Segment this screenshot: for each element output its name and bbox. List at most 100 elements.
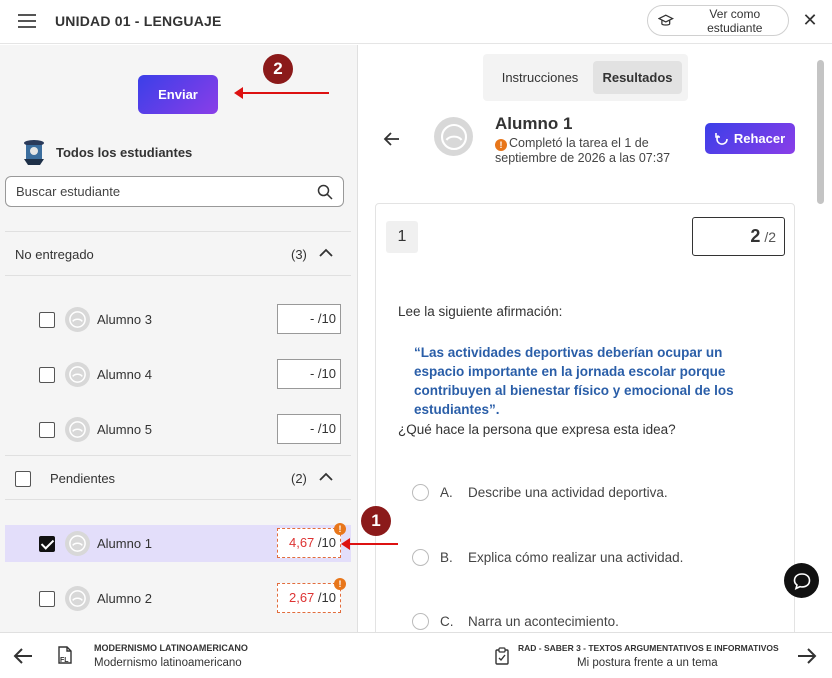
send-button[interactable]: Enviar — [138, 75, 218, 114]
menu-icon[interactable] — [18, 14, 36, 28]
score-field[interactable]: - /10 — [277, 304, 341, 334]
radio-button[interactable] — [412, 484, 429, 501]
question-number: 1 — [386, 221, 418, 253]
scrollbar[interactable] — [817, 60, 824, 204]
view-as-student-label: Ver como estudiante — [707, 6, 763, 35]
score-field[interactable]: - /10 — [277, 414, 341, 444]
student-row[interactable]: Alumno 2 2,67 /10 ! — [5, 578, 351, 617]
score-value: 2,67 — [288, 590, 315, 605]
student-row[interactable]: Alumno 3 - /10 — [5, 301, 351, 338]
page-title: UNIDAD 01 - LENGUAJE — [55, 13, 222, 29]
avatar — [65, 362, 90, 387]
back-arrow-icon[interactable] — [383, 131, 401, 147]
select-all-pending-checkbox[interactable] — [15, 471, 31, 487]
prev-lesson-subtitle[interactable]: Modernismo latinoamericano — [94, 657, 242, 669]
section-count: (2) — [291, 471, 307, 486]
search-icon[interactable] — [317, 184, 333, 200]
student-name: Alumno 5 — [97, 422, 152, 437]
search-input[interactable] — [16, 177, 306, 205]
points-field[interactable]: 2 /2 — [692, 217, 785, 256]
student-checkbox[interactable] — [39, 591, 55, 607]
next-lesson-subtitle[interactable]: Mi postura frente a un tema — [577, 657, 718, 669]
step-badge-1-overlay: 1 — [361, 506, 391, 536]
student-row[interactable]: Alumno 4 - /10 — [5, 356, 351, 393]
tab-instructions[interactable]: Instrucciones — [492, 61, 588, 94]
tab-bar: Instrucciones Resultados — [483, 54, 688, 101]
all-students-label: Todos los estudiantes — [56, 144, 193, 160]
section-pending[interactable]: Pendientes (2) — [5, 455, 351, 500]
student-row[interactable]: Alumno 5 - /10 — [5, 411, 351, 448]
section-not-submitted[interactable]: No entregado (3) — [5, 231, 351, 276]
document-badge: FL — [60, 657, 69, 664]
score-value: - — [309, 311, 315, 326]
next-lesson-title[interactable]: RAD - SABER 3 - TEXTOS ARGUMENTATIVOS E … — [518, 643, 779, 653]
tab-results[interactable]: Resultados — [593, 61, 682, 94]
section-label: No entregado — [15, 247, 94, 262]
student-name: Alumno 2 — [97, 591, 152, 606]
chevron-up-icon[interactable] — [319, 246, 333, 260]
graduation-cap-icon — [658, 13, 674, 26]
chat-bubble-icon — [793, 572, 810, 590]
score-field[interactable]: - /10 — [277, 359, 341, 389]
option-letter: A. — [440, 485, 453, 500]
search-field[interactable] — [5, 176, 344, 207]
option-text: Describe una actividad deportiva. — [468, 485, 668, 500]
warning-icon: ! — [495, 139, 507, 151]
score-max: /10 — [317, 535, 336, 550]
view-as-student-button[interactable]: Ver como estudiante — [647, 5, 789, 36]
avatar — [65, 307, 90, 332]
redo-label: Rehacer — [733, 131, 786, 146]
user-avatar-icon — [440, 123, 467, 150]
redo-icon — [715, 132, 728, 145]
score-field[interactable]: 2,67 /10 — [277, 583, 341, 613]
student-name: Alumno 4 — [97, 367, 152, 382]
score-max: /10 — [317, 421, 336, 436]
clipboard-check-icon — [495, 647, 509, 665]
avatar — [65, 531, 90, 556]
close-icon[interactable]: ✕ — [800, 10, 820, 30]
section-label: Pendientes — [50, 471, 116, 486]
all-students-header[interactable]: Todos los estudiantes — [20, 137, 192, 167]
redo-button[interactable]: Rehacer — [705, 123, 795, 154]
user-avatar-icon — [69, 366, 86, 383]
question-intro: Lee la siguiente afirmación: — [398, 304, 563, 319]
student-name: Alumno 3 — [97, 312, 152, 327]
student-checkbox[interactable] — [39, 312, 55, 328]
student-checkbox[interactable] — [39, 367, 55, 383]
score-value: - — [309, 366, 315, 381]
students-panel: Enviar 2 Todos los estudiantes No entreg… — [0, 45, 358, 632]
avatar — [65, 586, 90, 611]
next-arrow-icon[interactable] — [797, 647, 817, 665]
chat-button[interactable] — [784, 563, 819, 598]
avatar — [65, 417, 90, 442]
radio-button[interactable] — [412, 613, 429, 630]
user-avatar-icon — [69, 311, 86, 328]
previous-arrow-icon[interactable] — [13, 647, 33, 665]
avatar — [434, 117, 473, 156]
radio-button[interactable] — [412, 549, 429, 566]
results-panel: Instrucciones Resultados Alumno 1 ! Compl… — [359, 45, 832, 632]
score-field[interactable]: 4,67 /10 — [277, 528, 341, 558]
score-max: /10 — [317, 311, 336, 326]
chevron-up-icon[interactable] — [319, 470, 333, 484]
student-name: Alumno 1 — [97, 536, 152, 551]
points-max: /2 — [764, 229, 776, 245]
student-row-selected[interactable]: Alumno 1 4,67 /10 ! — [5, 523, 351, 562]
question-quote: “Las actividades deportivas deberían ocu… — [414, 345, 734, 417]
warning-icon: ! — [334, 578, 346, 590]
score-max: /10 — [317, 590, 336, 605]
prev-lesson-title[interactable]: MODERNISMO LATINOAMERICANO — [94, 643, 248, 653]
student-title: Alumno 1 — [495, 114, 573, 133]
option-letter: B. — [440, 550, 453, 565]
warning-icon: ! — [334, 523, 346, 535]
bottom-navigation: FL MODERNISMO LATINOAMERICANO Modernismo… — [0, 632, 832, 678]
score-max: /10 — [317, 366, 336, 381]
points-value: 2 — [750, 226, 761, 246]
student-checkbox[interactable] — [39, 422, 55, 438]
completion-text: Completó la tarea el 1 de septiembre de … — [495, 136, 671, 165]
annotation-arrow-2 — [234, 87, 329, 99]
step-badge-2: 2 — [263, 54, 293, 84]
student-checkbox[interactable] — [39, 536, 55, 552]
user-avatar-icon — [69, 590, 86, 607]
user-avatar-icon — [69, 421, 86, 438]
